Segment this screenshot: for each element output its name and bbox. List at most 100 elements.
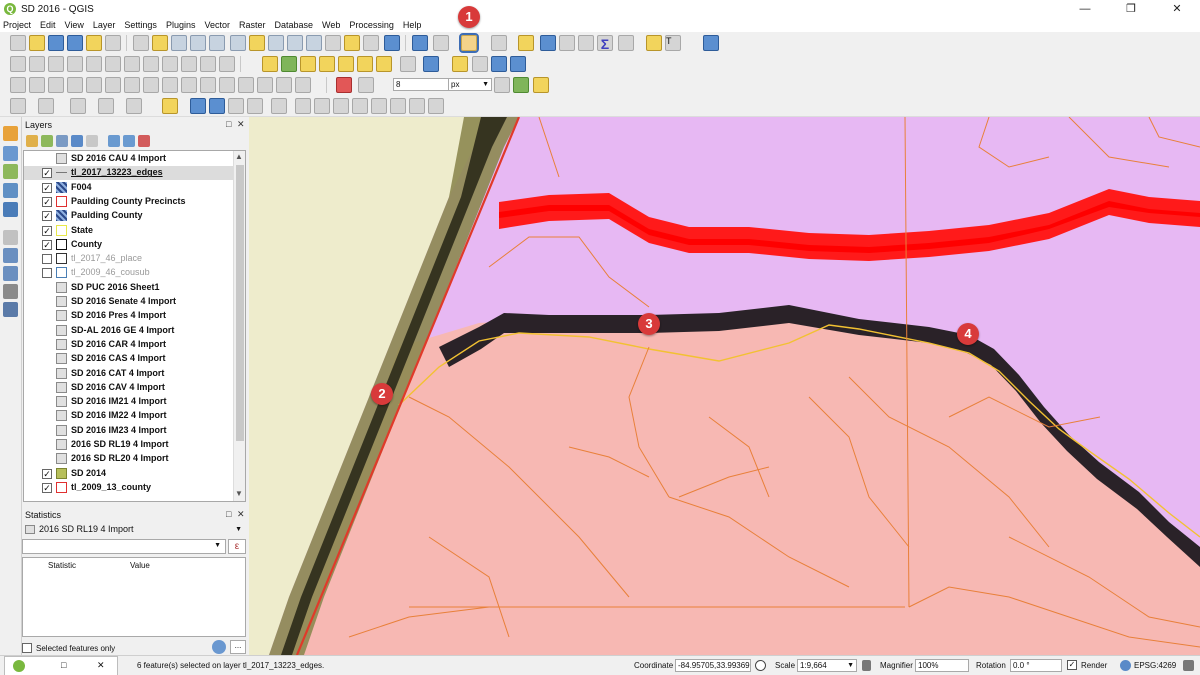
layer-visibility-checkbox[interactable]: ✓ (42, 482, 52, 493)
layer-item[interactable]: 2016 SD RL19 4 Import (24, 438, 234, 452)
layer-item[interactable]: tl_2017_46_place (24, 252, 234, 266)
advanced-digitize-icon[interactable] (271, 98, 287, 114)
checkbox[interactable] (22, 643, 32, 653)
adv-digitize-2-icon[interactable] (295, 98, 311, 114)
undo-icon[interactable] (200, 56, 216, 72)
print-layout-icon[interactable] (86, 35, 102, 51)
open-attribute-table-icon[interactable] (540, 35, 556, 51)
menu-raster[interactable]: Raster (239, 20, 266, 30)
deselect-all-icon[interactable] (518, 35, 534, 51)
python-console-icon[interactable] (452, 56, 468, 72)
undock-icon[interactable]: □ (226, 119, 231, 129)
adv-digitize-9-icon[interactable] (428, 98, 444, 114)
collapse-all-icon[interactable] (123, 135, 135, 147)
menu-web[interactable]: Web (322, 20, 340, 30)
layer-item[interactable]: SD-AL 2016 GE 4 Import (24, 324, 234, 338)
text-annotation-icon[interactable]: T (665, 35, 681, 51)
merge-attributes-icon[interactable] (238, 77, 254, 93)
curve-tool-icon[interactable] (228, 98, 244, 114)
layer-visibility-checkbox[interactable]: ✓ (42, 182, 52, 193)
filter-expression-icon[interactable] (86, 135, 98, 147)
layer-visibility-checkbox[interactable]: ✓ (42, 196, 52, 207)
refresh-statistics-icon[interactable] (212, 640, 226, 654)
snapping-intersection-icon[interactable] (513, 77, 529, 93)
current-edits-icon[interactable] (10, 56, 26, 72)
select-by-value-icon[interactable] (491, 35, 507, 51)
topological-editing-icon[interactable] (494, 77, 510, 93)
thumbnail-close-icon[interactable]: ✕ (97, 660, 105, 671)
add-part-icon[interactable] (67, 77, 83, 93)
vertex-tool-icon[interactable] (86, 56, 102, 72)
pin-labels-icon[interactable] (300, 56, 316, 72)
add-vector-layer-icon[interactable] (3, 146, 18, 161)
zoom-native-icon[interactable] (209, 35, 225, 51)
adv-digitize-7-icon[interactable] (390, 98, 406, 114)
save-project-icon[interactable] (48, 35, 64, 51)
new-project-icon[interactable] (10, 35, 26, 51)
layer-item[interactable]: SD 2016 IM22 4 Import (24, 409, 234, 423)
refresh-icon[interactable] (384, 35, 400, 51)
add-wfs-layer-icon[interactable] (3, 248, 18, 263)
layer-item[interactable]: SD 2016 Senate 4 Import (24, 295, 234, 309)
select-by-polygon-icon[interactable] (10, 98, 26, 114)
adv-digitize-4-icon[interactable] (333, 98, 349, 114)
layer-item[interactable]: ✓ Paulding County (24, 209, 234, 223)
add-group-icon[interactable] (41, 135, 53, 147)
toggle-extents-icon[interactable] (755, 660, 766, 671)
menu-edit[interactable]: Edit (40, 20, 56, 30)
menu-database[interactable]: Database (275, 20, 314, 30)
close-panel-icon[interactable]: ✕ (237, 119, 245, 130)
select-features-icon[interactable] (459, 33, 479, 53)
expand-all-icon[interactable] (108, 135, 120, 147)
zoom-selection-icon[interactable] (249, 35, 265, 51)
layer-item[interactable]: ✓ F004 (24, 181, 234, 195)
identify-dropdown-icon[interactable] (38, 98, 54, 114)
scroll-up-icon[interactable]: ▲ (235, 152, 243, 161)
style-manager-icon[interactable] (26, 135, 38, 147)
new-geopackage-icon[interactable] (3, 302, 18, 317)
toolbox-icon[interactable] (578, 35, 594, 51)
atlas-plugin-icon[interactable] (423, 56, 439, 72)
menu-plugins[interactable]: Plugins (166, 20, 196, 30)
measure-line-icon[interactable] (618, 35, 634, 51)
layer-item[interactable]: ✓ Paulding County Precincts (24, 195, 234, 209)
layer-labeling-icon[interactable] (281, 56, 297, 72)
layer-item[interactable]: SD 2016 CAV 4 Import (24, 381, 234, 395)
delete-selected-icon[interactable] (124, 56, 140, 72)
layer-item[interactable]: ✓ State (24, 224, 234, 238)
digitize-line-icon[interactable] (10, 77, 26, 93)
menu-processing[interactable]: Processing (349, 20, 394, 30)
expression-builder-icon[interactable]: ε (228, 539, 246, 554)
open-project-icon[interactable] (29, 35, 45, 51)
menu-view[interactable]: View (65, 20, 84, 30)
menu-layer[interactable]: Layer (93, 20, 116, 30)
menu-vector[interactable]: Vector (204, 20, 230, 30)
add-wms-layer-icon[interactable] (3, 230, 18, 245)
cut-features-icon[interactable] (143, 56, 159, 72)
more-options-button[interactable]: ... (230, 640, 246, 654)
adv-digitize-5-icon[interactable] (352, 98, 368, 114)
label-tool-icon[interactable] (262, 56, 278, 72)
copy-features-icon[interactable] (162, 56, 178, 72)
pan-hand-icon[interactable] (133, 35, 149, 51)
data-source-manager-icon[interactable] (3, 126, 18, 141)
decorations-dropdown-icon[interactable] (126, 98, 142, 114)
pan-to-selection-icon[interactable] (152, 35, 168, 51)
run-feature-action-icon[interactable] (433, 35, 449, 51)
locate-dropdown-icon[interactable] (98, 98, 114, 114)
star-plugin-icon[interactable] (190, 98, 206, 114)
add-database-layer-icon[interactable] (3, 202, 18, 217)
snap-tolerance-input[interactable]: 8 (393, 78, 449, 91)
layer-visibility-checkbox[interactable]: ✓ (42, 225, 52, 236)
bee-plugin-icon[interactable] (162, 98, 178, 114)
scroll-down-icon[interactable]: ▼ (235, 489, 243, 498)
save-layer-edits-icon[interactable] (48, 56, 64, 72)
map-tips-icon[interactable] (646, 35, 662, 51)
messages-icon[interactable] (1183, 660, 1194, 671)
reshape-features-icon[interactable] (143, 77, 159, 93)
maximize-icon[interactable]: ❐ (1108, 0, 1154, 18)
close-panel-icon[interactable]: ✕ (237, 509, 245, 520)
new-bookmark-icon[interactable] (344, 35, 360, 51)
help-icon[interactable] (703, 35, 719, 51)
rotate-symbols-icon[interactable] (257, 77, 273, 93)
